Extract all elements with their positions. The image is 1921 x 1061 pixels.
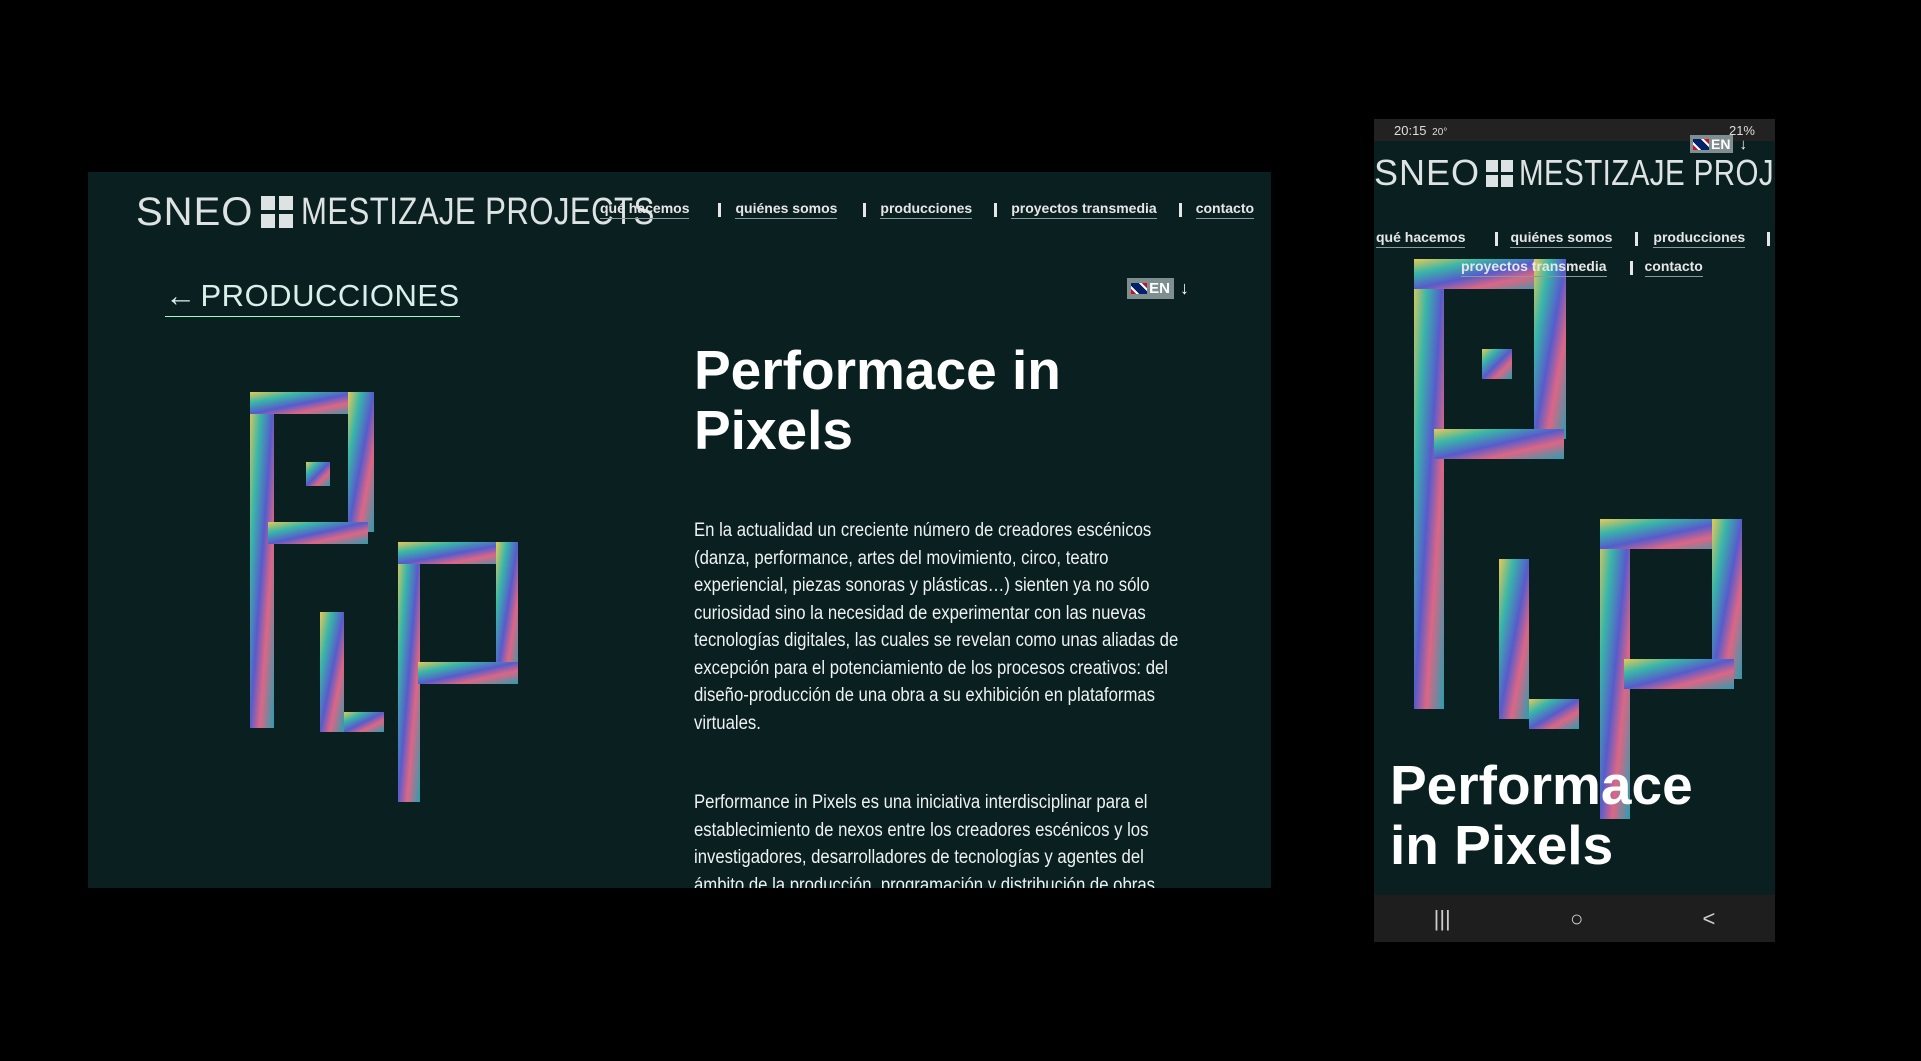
mobile-nav-row-2: proyectos transmedia contacto <box>1461 258 1703 277</box>
uk-flag-icon <box>1693 138 1709 150</box>
nav-separator <box>1178 202 1182 217</box>
mobile-site-logo[interactable]: SNEO MESTIZAJE PROJECTS <box>1374 152 1775 193</box>
title-line-2: Pixels <box>694 399 854 461</box>
nav-contacto[interactable]: contacto <box>1195 200 1255 219</box>
uk-flag-icon <box>1131 283 1148 294</box>
home-icon[interactable]: ○ <box>1570 906 1583 932</box>
language-chip[interactable]: EN <box>1127 278 1174 299</box>
nav-producciones[interactable]: producciones <box>1653 229 1746 248</box>
logo-sneo: SNEO <box>1374 152 1481 193</box>
phone-navigation-bar: ||| ○ < <box>1374 895 1775 942</box>
nav-proyectos-transmedia[interactable]: proyectos transmedia <box>1011 200 1157 219</box>
mobile-pixel-logo-artwork <box>1414 259 1742 819</box>
arrow-left-icon: ← <box>165 278 197 313</box>
mobile-title-line-2: in Pixels <box>1390 814 1614 876</box>
nav-separator <box>718 202 722 217</box>
mobile-language-chip[interactable]: EN <box>1690 135 1734 153</box>
back-icon[interactable]: < <box>1703 906 1716 932</box>
arrow-down-icon[interactable]: ↓ <box>1180 278 1189 299</box>
title-line-1: Performace in <box>694 339 1061 401</box>
nav-separator <box>1629 260 1633 275</box>
second-paragraph: Performance in Pixels es una iniciativa … <box>694 792 1155 888</box>
mobile-page-title: Performace in Pixels <box>1390 755 1693 875</box>
nav-contacto[interactable]: contacto <box>1644 258 1703 277</box>
language-code: EN <box>1149 280 1170 297</box>
intro-paragraph: En la actualidad un creciente número de … <box>694 520 1179 734</box>
nav-separator <box>1635 231 1639 246</box>
mobile-language-selector[interactable]: EN ↓ <box>1690 135 1747 153</box>
nav-separator <box>863 202 867 217</box>
nav-que-hacemos[interactable]: qué hacemos <box>1376 229 1466 248</box>
nav-separator <box>1495 231 1499 246</box>
nav-quienes-somos[interactable]: quiénes somos <box>735 200 838 219</box>
back-to-producciones-link[interactable]: ← PRODUCCIONES <box>165 278 460 317</box>
status-left: 20:15 20° <box>1394 123 1447 138</box>
nav-separator <box>994 202 998 217</box>
nav-proyectos-transmedia[interactable]: proyectos transmedia <box>1461 258 1607 277</box>
arrow-down-icon[interactable]: ↓ <box>1739 136 1747 153</box>
logo-sneo: SNEO <box>136 189 254 234</box>
status-time: 20:15 <box>1394 122 1427 138</box>
status-temp: 20° <box>1432 126 1448 138</box>
desktop-screenshot: SNEO MESTIZAJE PROJECTS qué hacemos quié… <box>88 172 1271 888</box>
main-nav: qué hacemos quiénes somos producciones p… <box>600 200 1255 219</box>
mobile-screenshot: 20:15 20° 21% EN ↓ SNEO MESTIZAJE PROJEC… <box>1374 119 1775 942</box>
mobile-nav-row-1: qué hacemos quiénes somos producciones <box>1376 229 1771 248</box>
nav-quienes-somos[interactable]: quiénes somos <box>1510 229 1613 248</box>
mobile-language-code: EN <box>1711 136 1731 152</box>
language-selector[interactable]: EN ↓ <box>1127 278 1189 299</box>
nav-que-hacemos[interactable]: qué hacemos <box>600 200 690 219</box>
logo-mark-icon <box>261 196 294 228</box>
nav-separator <box>1767 231 1771 246</box>
page-title: Performace in Pixels <box>694 340 1061 460</box>
logo-mark-icon <box>1486 159 1514 187</box>
mobile-title-line-1: Performace <box>1390 754 1693 816</box>
back-link-label: PRODUCCIONES <box>200 278 460 313</box>
logo-projects: MESTIZAJE PROJECTS <box>1519 152 1775 193</box>
recent-apps-icon[interactable]: ||| <box>1434 906 1451 932</box>
pixel-logo-artwork <box>250 392 518 802</box>
nav-producciones[interactable]: producciones <box>880 200 973 219</box>
